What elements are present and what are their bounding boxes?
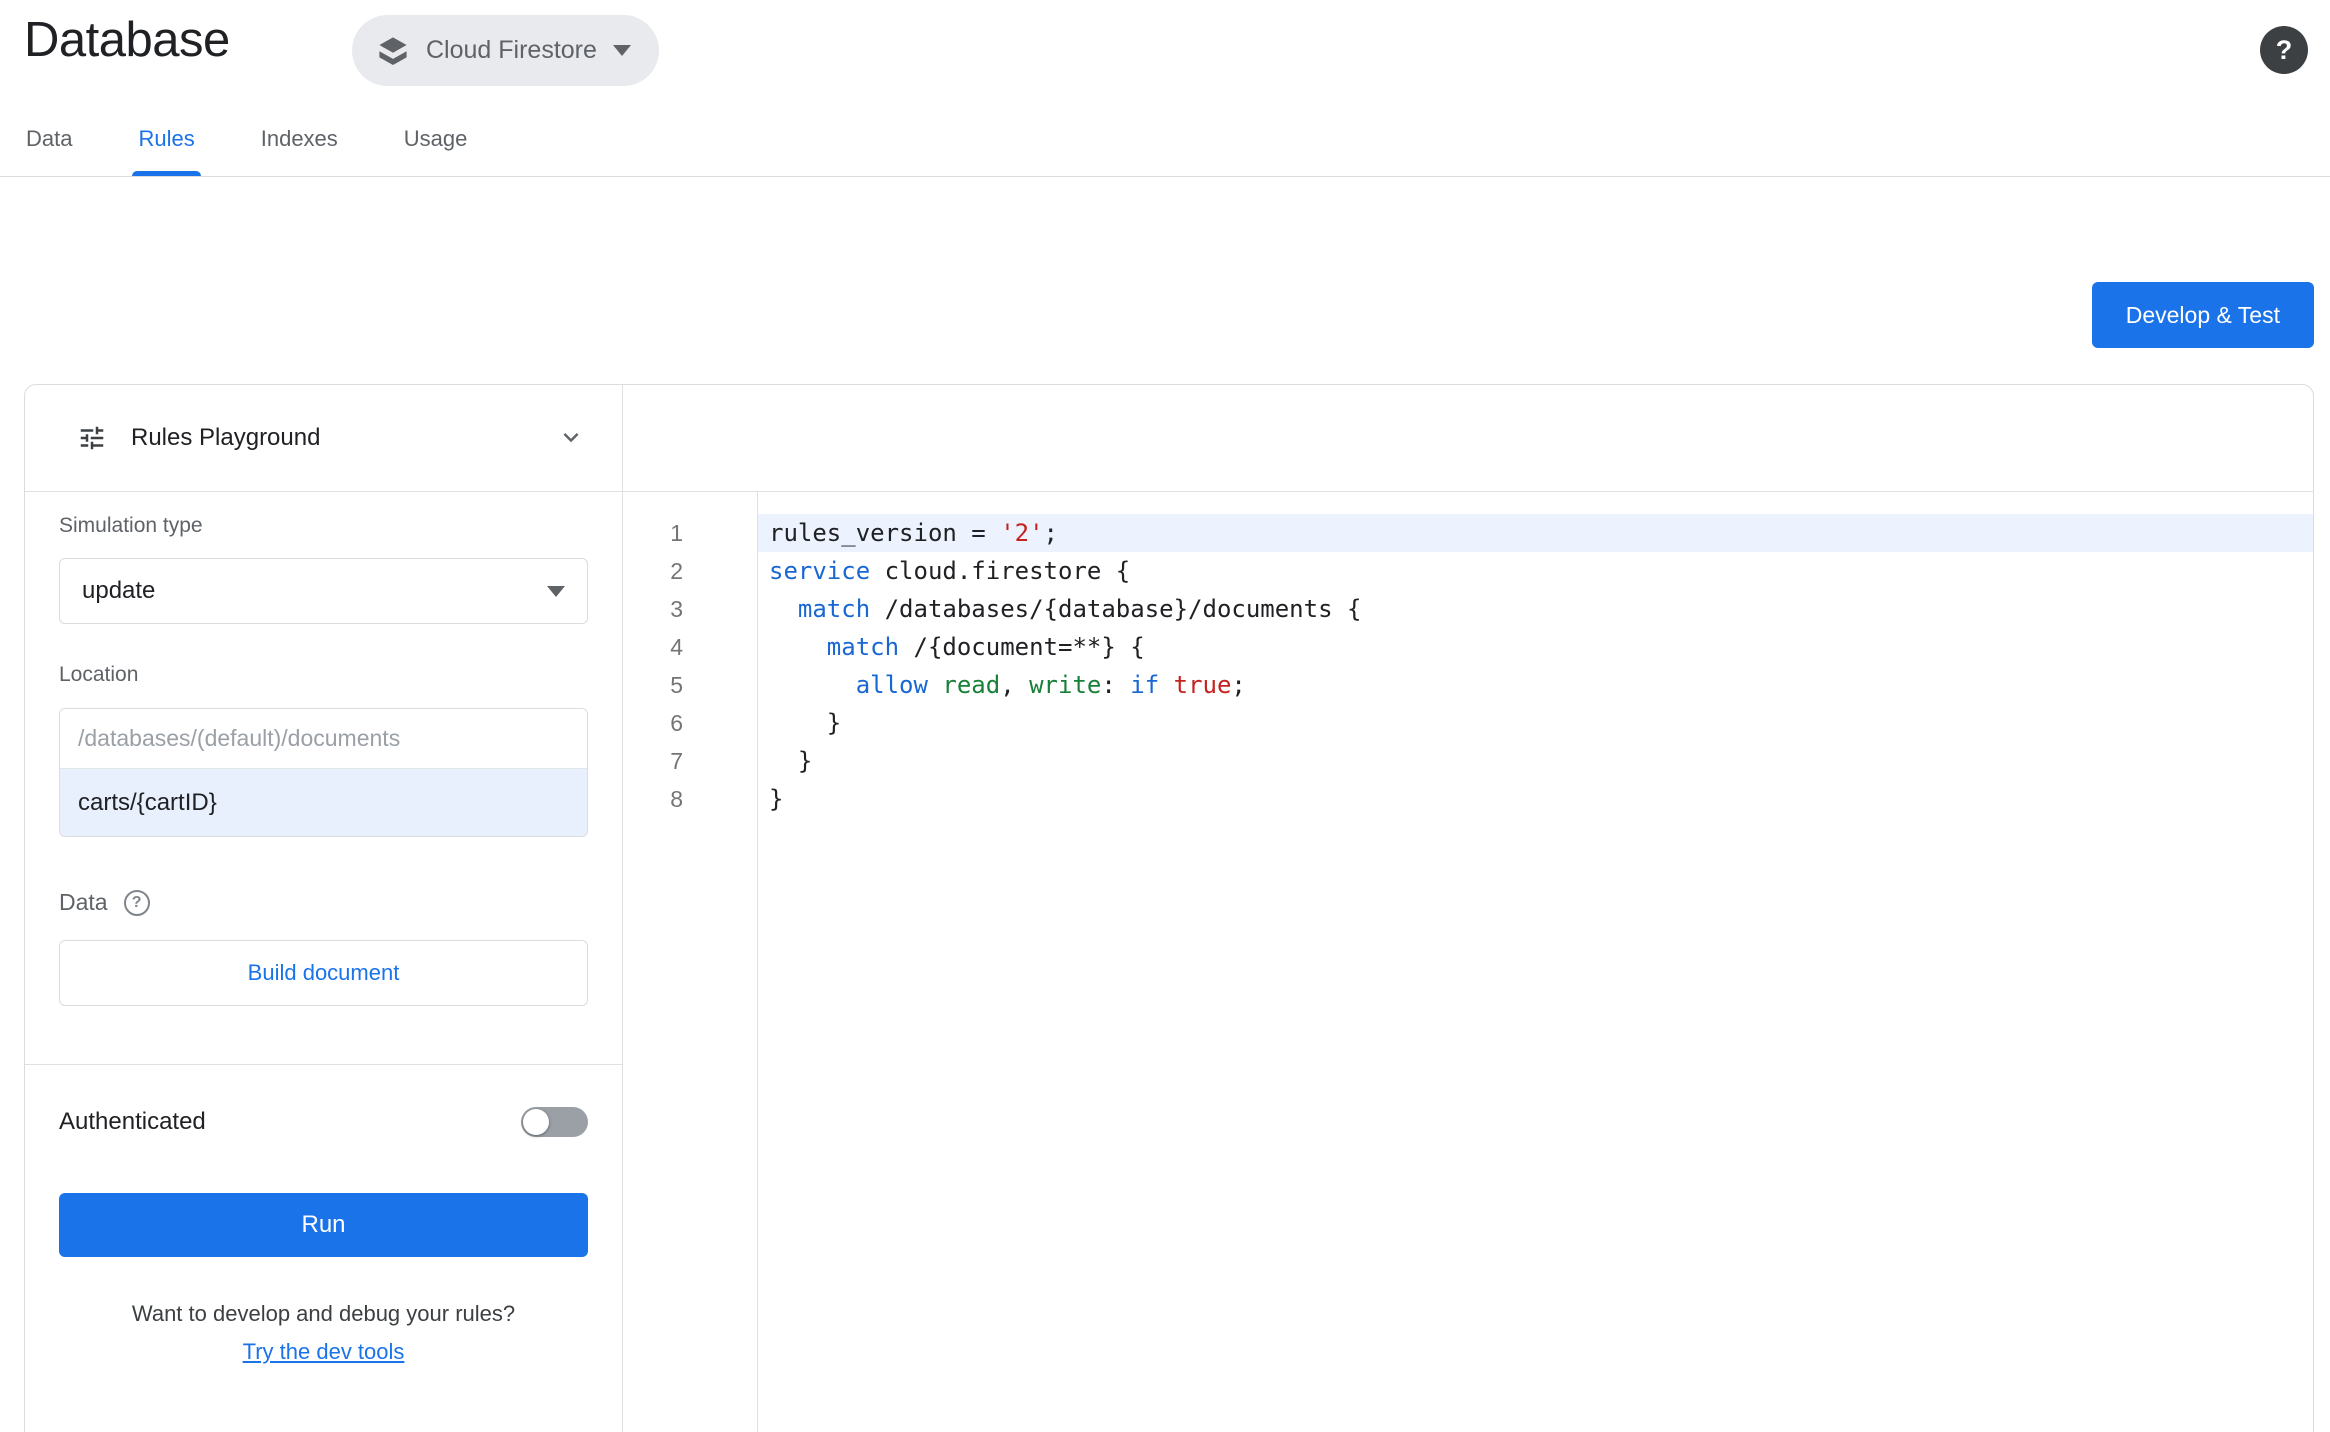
line-number: 1 [670, 520, 683, 546]
editor-code[interactable]: rules_version = '2'; service cloud.firest… [758, 492, 2313, 1432]
help-button[interactable]: ? [2260, 26, 2308, 74]
location-input[interactable]: carts/{cartID} [60, 768, 587, 836]
help-icon: ? [2275, 34, 2293, 65]
line-number: 6 [670, 710, 683, 736]
data-row: Data ? [59, 889, 588, 916]
tab-usage[interactable]: Usage [402, 110, 470, 176]
line-number: 5 [670, 672, 683, 698]
line-number: 7 [670, 748, 683, 774]
devtools-prompt: Want to develop and debug your rules? [131, 1301, 516, 1326]
tune-icon [77, 423, 107, 453]
panel-body: Simulation type update Location /databas… [25, 492, 2313, 1432]
develop-test-button[interactable]: Develop & Test [2091, 282, 2314, 348]
collapse-chevron-icon[interactable] [556, 423, 586, 453]
editor-gutter: 1 2 3 4 5 6 7 8 [623, 492, 758, 1432]
line-number: 3 [670, 596, 683, 622]
tab-data[interactable]: Data [24, 110, 74, 176]
firestore-icon [376, 34, 410, 68]
tab-bar: Data Rules Indexes Usage [0, 110, 2330, 177]
location-field: /databases/(default)/documents carts/{ca… [59, 708, 588, 837]
devtools-link[interactable]: Try the dev tools [59, 1339, 588, 1365]
app-header: Database Cloud Firestore ? [0, 0, 2330, 110]
tab-indexes[interactable]: Indexes [259, 110, 340, 176]
product-selector-label: Cloud Firestore [426, 36, 597, 64]
line-number: 2 [670, 558, 683, 584]
simulation-type-value: update [82, 577, 156, 604]
playground-header[interactable]: Rules Playground [25, 385, 623, 491]
line-number: 4 [670, 634, 683, 660]
location-prefix: /databases/(default)/documents [60, 709, 587, 768]
authenticated-label: Authenticated [59, 1108, 206, 1135]
chevron-down-icon [612, 45, 631, 56]
rules-panel: Rules Playground Simulation type update … [24, 384, 2314, 1432]
rules-editor[interactable]: 1 2 3 4 5 6 7 8 rules_version = '2'; service clo… [623, 492, 2313, 1432]
playground-sidebar: Simulation type update Location /databas… [25, 492, 623, 1432]
code-line-7[interactable]: } [758, 742, 2313, 780]
editor-toolbar [623, 385, 2313, 491]
tab-rules[interactable]: Rules [132, 110, 202, 176]
code-line-2[interactable]: service cloud.firestore { [758, 552, 2313, 590]
page-title: Database [24, 13, 230, 67]
simulation-type-label: Simulation type [59, 514, 203, 537]
code-line-1[interactable]: rules_version = '2'; [758, 514, 2313, 552]
run-button[interactable]: Run [59, 1193, 588, 1257]
build-document-button[interactable]: Build document [59, 940, 588, 1006]
chevron-down-icon [547, 585, 565, 597]
code-line-8[interactable]: } [758, 780, 2313, 818]
playground-title: Rules Playground [131, 424, 321, 451]
data-label: Data [59, 889, 108, 915]
panel-header: Rules Playground [25, 385, 2313, 492]
simulation-type-select[interactable]: update [59, 558, 588, 624]
code-line-3[interactable]: match /databases/{database}/documents { [758, 590, 2313, 628]
toggle-thumb [523, 1109, 549, 1135]
authenticated-row: Authenticated [59, 1065, 588, 1137]
data-help-icon[interactable]: ? [123, 889, 150, 916]
code-line-6[interactable]: } [758, 704, 2313, 742]
location-label: Location [59, 663, 139, 686]
code-line-5[interactable]: allow read, write: if true; [758, 666, 2313, 704]
line-number: 8 [670, 786, 683, 812]
authenticated-toggle[interactable] [521, 1107, 588, 1137]
code-line-4[interactable]: match /{document=**} { [758, 628, 2313, 666]
product-selector[interactable]: Cloud Firestore [352, 15, 659, 86]
toolbar-row: Develop & Test [0, 282, 2330, 348]
